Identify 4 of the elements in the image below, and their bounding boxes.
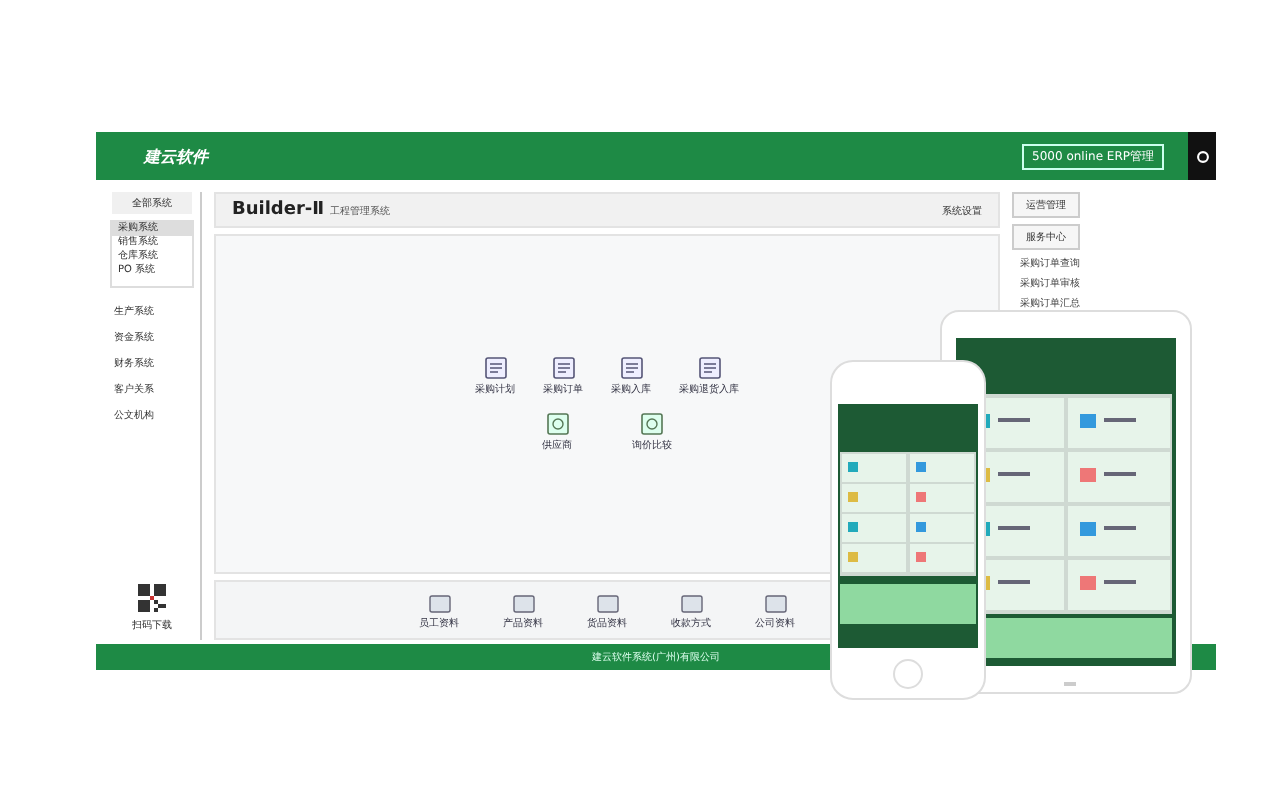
power-button[interactable] <box>1188 132 1216 180</box>
logo-text: 建云软件 <box>144 145 208 167</box>
app-title: Builder-Ⅱ <box>232 200 325 220</box>
qr-code-icon <box>138 584 166 612</box>
